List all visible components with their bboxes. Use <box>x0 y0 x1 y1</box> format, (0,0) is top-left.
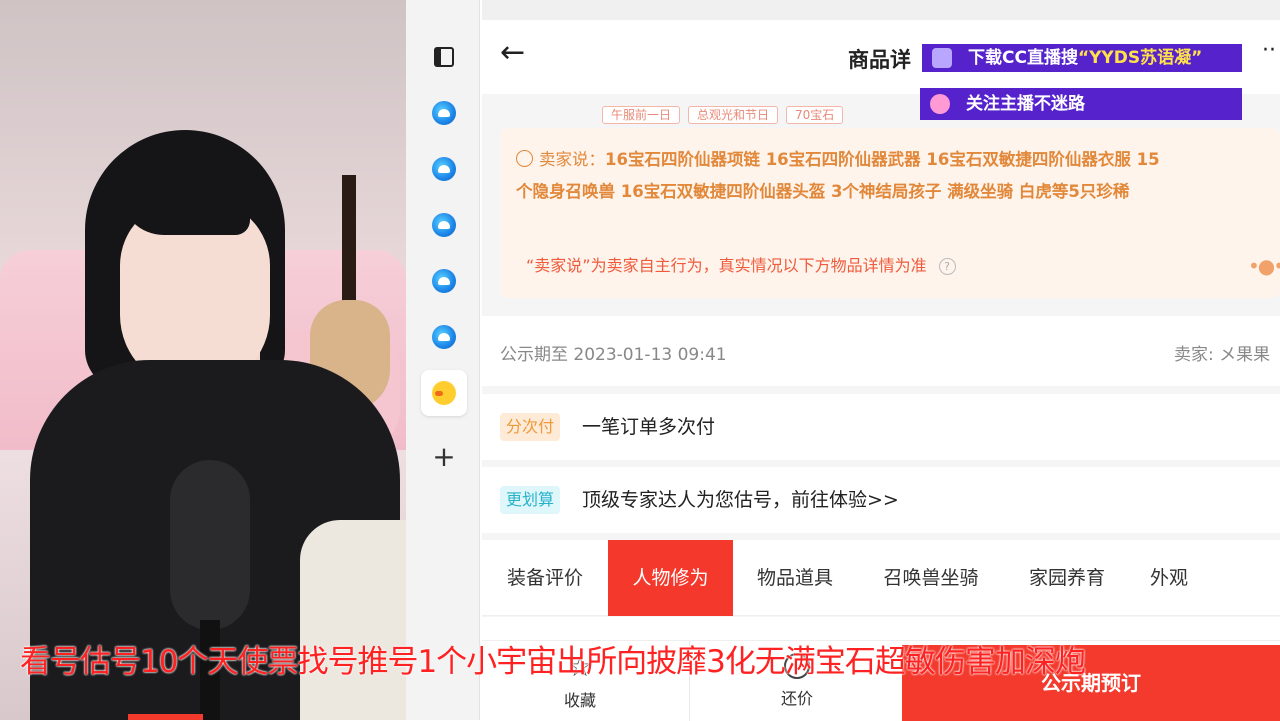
back-button[interactable]: ← <box>500 38 525 68</box>
page-title: 商品详 <box>848 48 911 72</box>
public-period: 公示期至 2023-01-13 09:41 <box>500 345 727 365</box>
tab-home[interactable]: 家园养育 <box>1005 540 1129 616</box>
favorite-label: 收藏 <box>563 691 596 710</box>
browser-tab-active[interactable] <box>421 370 467 416</box>
top-strip <box>482 0 1280 20</box>
download-icon <box>932 48 952 68</box>
installment-row[interactable]: 分次付 一笔订单多次付 <box>482 394 1280 460</box>
follow-overlay-banner: 关注主播不迷路 <box>920 88 1242 120</box>
tab-equipment[interactable]: 装备评价 <box>482 540 608 616</box>
streamer-webcam <box>0 0 406 720</box>
seller-says-text: 卖家说：16宝石四阶仙器项链 16宝石四阶仙器武器 16宝石双敏捷四阶仙器衣服 … <box>516 144 1276 208</box>
download-highlight: “YYDS苏语凝 <box>1077 48 1192 68</box>
seller-says-box: 卖家说：16宝石四阶仙器项链 16宝石四阶仙器武器 16宝石双敏捷四阶仙器衣服 … <box>500 128 1280 298</box>
edge-icon <box>432 325 456 349</box>
seller-name[interactable]: 卖家: メ果果 <box>1174 340 1270 365</box>
tab-character[interactable]: 人物修为 <box>608 540 733 616</box>
tab-pets-mounts[interactable]: 召唤兽坐骑 <box>857 540 1005 616</box>
tab-appearance[interactable]: 外观 <box>1129 540 1209 616</box>
edge-icon <box>432 101 456 125</box>
tab-items[interactable]: 物品道具 <box>733 540 857 616</box>
follow-text: 关注主播不迷路 <box>966 94 1085 114</box>
download-overlay-banner: 下载CC直播搜“YYDS苏语凝” <box>922 44 1242 72</box>
browser-tab-3[interactable] <box>421 202 467 248</box>
tab-actions-icon <box>434 47 454 67</box>
edge-icon <box>432 269 456 293</box>
heart-icon <box>930 94 950 114</box>
pager-dots: •●• <box>1248 254 1280 278</box>
help-icon[interactable]: ? <box>938 258 956 275</box>
bargain-label: 还价 <box>780 689 813 708</box>
tag: 总观光和节日 <box>688 106 779 124</box>
tag: 70宝石 <box>786 106 844 124</box>
appraisal-badge: 更划算 <box>500 486 561 514</box>
seller-says-label: 卖家说： <box>539 150 605 169</box>
tag: 午服前一日 <box>602 106 681 124</box>
browser-vertical-tabbar: + <box>406 0 480 720</box>
info-row: 公示期至 2023-01-13 09:41 卖家: メ果果 <box>482 316 1280 386</box>
seller-says-line2: 个隐身召唤兽 16宝石双敏捷四阶仙器头盔 3个神结局孩子 满级坐骑 白虎等5只珍… <box>516 182 1130 201</box>
plus-icon: + <box>432 440 456 473</box>
more-menu-button[interactable]: ·· <box>1262 38 1276 63</box>
streamer-bangs <box>120 140 250 235</box>
seller-says-line1: 16宝石四阶仙器项链 16宝石四阶仙器武器 16宝石双敏捷四阶仙器衣服 15 <box>605 150 1160 169</box>
browser-tab-4[interactable] <box>421 258 467 304</box>
tag-row: 午服前一日 总观光和节日 70宝石 <box>602 106 844 124</box>
microphone <box>170 460 250 630</box>
edge-icon <box>432 157 456 181</box>
browser-tab-2[interactable] <box>421 146 467 192</box>
new-tab-button[interactable]: + <box>421 434 467 480</box>
edge-icon <box>432 213 456 237</box>
appraisal-row[interactable]: 更划算 顶级专家达人为您估号，前往体验>> <box>482 467 1280 533</box>
cushion <box>300 520 406 720</box>
detail-tabs: 装备评价 人物修为 物品道具 召唤兽坐骑 家园养育 外观 <box>482 540 1280 616</box>
disclaimer-text: “卖家说”为卖家自主行为，真实情况以下方物品详情为准 <box>526 256 927 275</box>
tab-actions-button[interactable] <box>421 34 467 80</box>
download-suffix: ” <box>1191 48 1203 68</box>
browser-tab-1[interactable] <box>421 90 467 136</box>
installment-text: 一笔订单多次付 <box>582 416 716 438</box>
red-indicator <box>128 714 203 720</box>
seller-disclaimer: “卖家说”为卖家自主行为，真实情况以下方物品详情为准? <box>526 252 956 276</box>
smile-icon <box>516 150 533 167</box>
download-prefix: 下载CC直播搜 <box>968 48 1078 68</box>
chick-favicon-icon <box>432 381 456 405</box>
browser-tab-5[interactable] <box>421 314 467 360</box>
scrolling-marquee-text: 看号估号10个天使票找号推号1个小宇宙出所向披靡3化无满宝石超敏伤害加深炮 <box>20 644 1086 680</box>
installment-badge: 分次付 <box>500 413 561 441</box>
appraisal-text: 顶级专家达人为您估号，前往体验>> <box>582 489 899 511</box>
